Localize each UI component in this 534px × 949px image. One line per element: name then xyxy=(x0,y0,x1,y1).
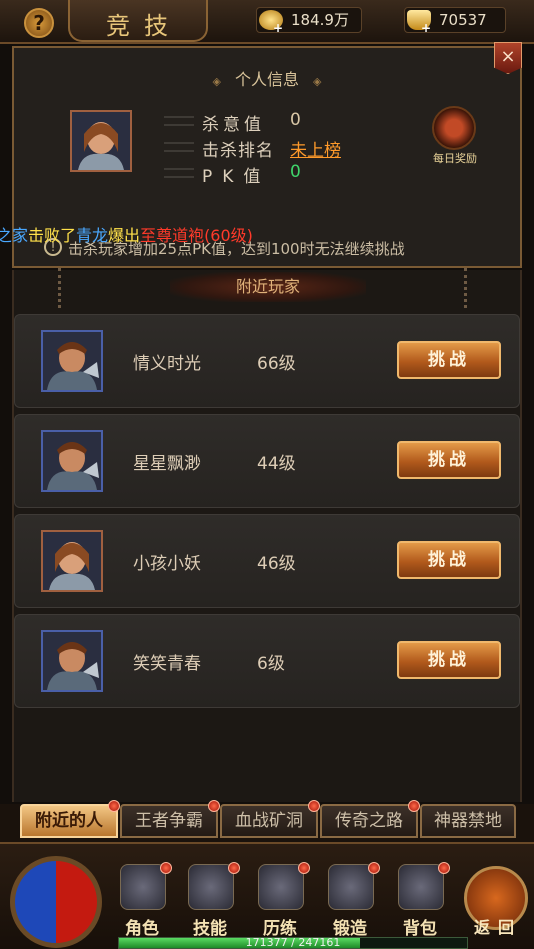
tab-label: 附近的人 xyxy=(35,811,103,831)
page-title: 竞技 xyxy=(106,12,182,40)
stat-label: PK值 xyxy=(202,167,271,187)
bag-icon xyxy=(398,864,444,910)
challenge-button[interactable]: 挑战 xyxy=(397,541,501,579)
gold-counter[interactable]: + 184.9万 xyxy=(256,7,362,35)
broadcast-part: 至尊道袍(60级) xyxy=(140,226,253,245)
notification-dot-icon xyxy=(408,800,420,812)
stat-label: 击杀排名 xyxy=(202,141,274,161)
player-name: 小孩小妖 xyxy=(133,554,201,574)
player-avatar[interactable] xyxy=(41,330,103,392)
training-icon xyxy=(258,864,304,910)
notification-dot-icon xyxy=(208,800,220,812)
tab-bar: 附近的人 王者争霸 血战矿洞 传奇之路 神器禁地 xyxy=(0,800,534,842)
menu-forge-button[interactable]: 锻造 xyxy=(320,862,380,940)
notification-dot-icon xyxy=(108,800,120,812)
daily-reward-button[interactable]: 每日奖励 xyxy=(420,106,490,170)
player-avatar[interactable] xyxy=(41,630,103,692)
arrow-icon xyxy=(164,142,194,152)
diamond-icon: ◈ xyxy=(313,75,322,88)
nearby-players-title: 附近玩家 xyxy=(170,272,366,302)
player-avatar xyxy=(70,110,132,172)
player-name: 星星飘渺 xyxy=(133,454,201,474)
stat-value: 0 xyxy=(290,110,301,130)
chain-decoration-right xyxy=(464,268,474,308)
character-icon xyxy=(120,864,166,910)
player-level: 44级 xyxy=(257,454,296,474)
tab-artifact-zone[interactable]: 神器禁地 xyxy=(420,804,516,838)
forge-icon xyxy=(328,864,374,910)
kill-rank-link[interactable]: 未上榜 xyxy=(290,136,341,161)
arrow-icon xyxy=(164,168,194,178)
chain-decoration-left xyxy=(58,268,68,308)
return-label: 返回 xyxy=(473,918,522,937)
male-portrait-icon xyxy=(43,432,101,490)
stat-label: 杀意值 xyxy=(202,115,265,135)
notification-dot-icon xyxy=(160,862,172,874)
player-row: 情义时光 66级 挑战 xyxy=(14,314,520,408)
tab-king-battle[interactable]: 王者争霸 xyxy=(120,800,220,838)
hp-mp-orb[interactable] xyxy=(10,856,102,948)
notification-dot-icon xyxy=(228,862,240,874)
skill-icon xyxy=(188,864,234,910)
help-button[interactable]: ? xyxy=(24,8,54,38)
player-level: 46级 xyxy=(257,554,296,574)
challenge-button[interactable]: 挑战 xyxy=(397,441,501,479)
notification-dot-icon xyxy=(298,862,310,874)
player-row: 小孩小妖 46级 挑战 xyxy=(14,514,520,608)
player-name: 情义时光 xyxy=(133,354,201,374)
add-ingot-icon[interactable]: + xyxy=(421,16,431,40)
broadcast-message: 之家击败了青龙爆出至尊道袍(60级) xyxy=(0,222,253,246)
notification-dot-icon xyxy=(308,800,320,812)
player-level: 6级 xyxy=(257,654,285,674)
tab-legend-road[interactable]: 传奇之路 xyxy=(320,800,420,838)
top-bar: ? 竞技 + 184.9万 + 70537 xyxy=(0,0,534,44)
tab-label: 王者争霸 xyxy=(135,811,203,831)
player-name: 笑笑青春 xyxy=(133,654,201,674)
male-portrait-icon xyxy=(43,632,101,690)
female-portrait-icon xyxy=(72,112,130,170)
tab-label: 血战矿洞 xyxy=(235,811,303,831)
player-avatar[interactable] xyxy=(41,430,103,492)
broadcast-part: 击败了 xyxy=(28,226,77,245)
player-row: 笑笑青春 6级 挑战 xyxy=(14,614,520,708)
broadcast-part: 爆出 xyxy=(108,226,141,245)
arrow-icon xyxy=(164,116,194,126)
help-icon: ? xyxy=(33,11,45,35)
tab-mine-battle[interactable]: 血战矿洞 xyxy=(220,800,320,838)
section-title: ◈ 个人信息 ◈ xyxy=(14,66,520,90)
menu-character-button[interactable]: 角色 xyxy=(112,862,172,940)
male-portrait-icon xyxy=(43,332,101,390)
player-row: 星星飘渺 44级 挑战 xyxy=(14,414,520,508)
player-avatar[interactable] xyxy=(41,530,103,592)
menu-bag-button[interactable]: 背包 xyxy=(390,862,450,940)
exp-text: 171377 / 247161 xyxy=(245,936,341,949)
menu-skill-button[interactable]: 技能 xyxy=(180,862,240,940)
close-icon: × xyxy=(500,46,516,67)
broadcast-part: 青龙 xyxy=(76,226,109,245)
challenge-button[interactable]: 挑战 xyxy=(397,341,501,379)
tab-label: 传奇之路 xyxy=(335,811,403,831)
diamond-icon: ◈ xyxy=(212,75,221,88)
daily-reward-label: 每日奖励 xyxy=(433,152,477,165)
notification-dot-icon xyxy=(368,862,380,874)
menu-training-button[interactable]: 历练 xyxy=(250,862,310,940)
add-gold-icon[interactable]: + xyxy=(273,16,283,40)
stat-value: 0 xyxy=(290,162,301,182)
gift-icon xyxy=(432,106,476,150)
tab-nearby[interactable]: 附近的人 xyxy=(20,800,120,838)
player-level: 66级 xyxy=(257,354,296,374)
notification-dot-icon xyxy=(438,862,450,874)
bottom-menu-bar: 角色 技能 历练 锻造 背包 返回 171377 / 247161 xyxy=(0,842,534,949)
challenge-button[interactable]: 挑战 xyxy=(397,641,501,679)
personal-info-title: 个人信息 xyxy=(234,70,299,89)
title-tab: 竞技 xyxy=(68,0,208,42)
gold-value: 184.9万 xyxy=(291,11,349,29)
broadcast-part: 之家 xyxy=(0,226,29,245)
ingot-value: 70537 xyxy=(439,11,487,29)
female-portrait-icon xyxy=(43,532,101,590)
ingot-counter[interactable]: + 70537 xyxy=(404,7,506,35)
tab-label: 神器禁地 xyxy=(434,811,502,831)
